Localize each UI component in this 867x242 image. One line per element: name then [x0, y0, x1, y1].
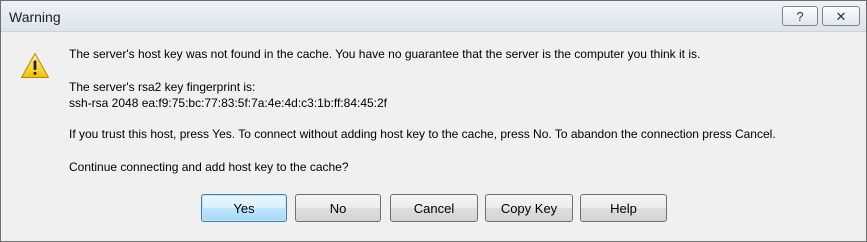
window-title: Warning: [9, 9, 61, 25]
no-button[interactable]: No: [295, 194, 381, 222]
help-button[interactable]: Help: [580, 194, 667, 222]
copy-key-button[interactable]: Copy Key: [485, 194, 573, 222]
question-text: Continue connecting and add host key to …: [69, 160, 349, 174]
title-bar[interactable]: Warning ? ✕: [1, 1, 866, 32]
help-icon: ?: [796, 8, 804, 24]
warning-dialog: Warning ? ✕ The server's host key was no…: [0, 0, 867, 242]
warning-icon: [21, 53, 49, 78]
instructions-text: If you trust this host, press Yes. To co…: [69, 127, 776, 141]
titlebar-close-button[interactable]: ✕: [822, 6, 860, 26]
yes-button[interactable]: Yes: [201, 194, 287, 222]
fingerprint-value: ssh-rsa 2048 ea:f9:75:bc:77:83:5f:7a:4e:…: [69, 96, 388, 110]
cancel-button[interactable]: Cancel: [390, 194, 478, 222]
titlebar-help-button[interactable]: ?: [782, 6, 818, 26]
close-icon: ✕: [835, 8, 847, 24]
message-line: The server's host key was not found in t…: [69, 47, 701, 61]
dialog-body: The server's host key was not found in t…: [1, 32, 866, 241]
fingerprint-label: The server's rsa2 key fingerprint is:: [69, 80, 256, 94]
